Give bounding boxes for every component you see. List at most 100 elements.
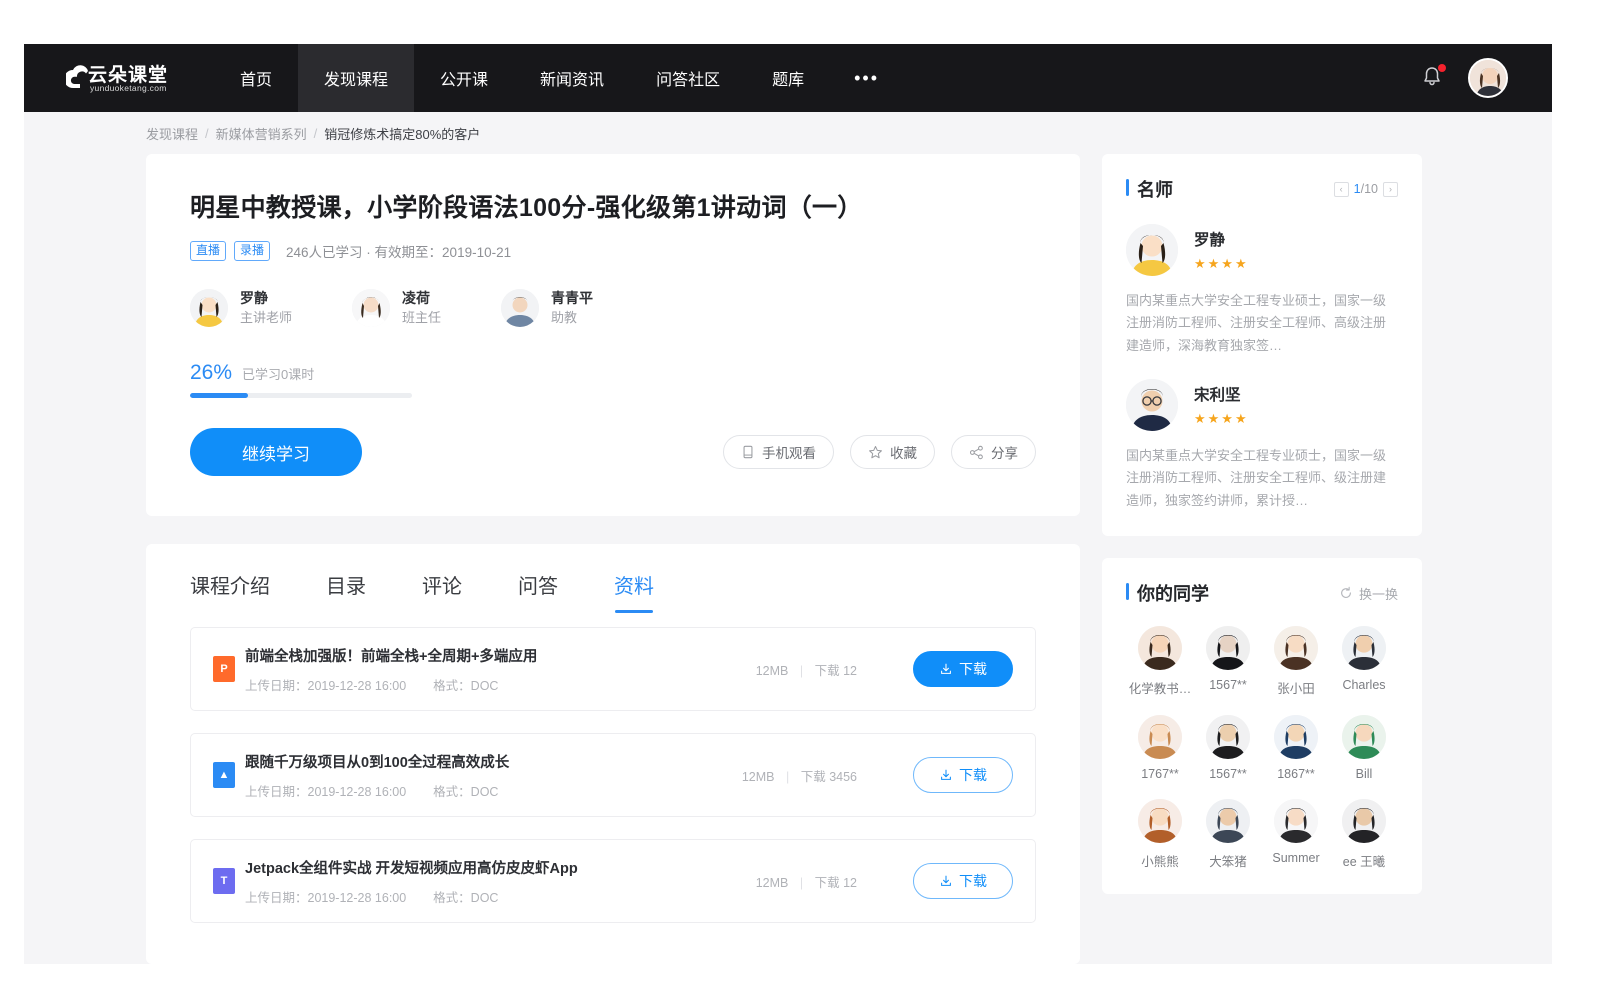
file-type-icon: T <box>213 868 235 894</box>
download-icon <box>939 874 953 888</box>
badge-recorded: 录播 <box>234 241 270 261</box>
file-subline: 上传日期：2019-12-28 16:00 格式：DOC <box>245 887 756 906</box>
course-staff-list: 罗静 主讲老师 <box>190 289 1036 327</box>
materials-list: P 前端全栈加强版！前端全栈+全周期+多端应用 上传日期：2019-12-28 … <box>146 613 1080 923</box>
classmate-item[interactable]: 1767** <box>1126 715 1194 781</box>
download-icon <box>939 768 953 782</box>
classmate-name: 1567** <box>1209 678 1247 692</box>
pager-next-button[interactable]: › <box>1383 182 1398 197</box>
refresh-classmates-button[interactable]: 换一换 <box>1339 584 1398 603</box>
avatar-image <box>1138 715 1182 759</box>
download-button[interactable]: 下载 <box>913 863 1013 899</box>
file-size: 12MB <box>742 770 775 784</box>
file-size: 12MB <box>756 664 789 678</box>
refresh-label: 换一换 <box>1359 584 1398 603</box>
progress-bar-fill <box>190 393 248 398</box>
course-detail-card: 课程介绍 目录 评论 问答 资料 P 前端全栈加强版！前端全栈+全周期+多端应用… <box>146 544 1080 964</box>
classmate-item[interactable]: Charles <box>1330 626 1398 697</box>
classmate-item[interactable]: ee 王曦 <box>1330 799 1398 870</box>
download-label: 下载 <box>959 659 987 679</box>
avatar <box>1342 799 1386 843</box>
pager-prev-button[interactable]: ‹ <box>1334 182 1349 197</box>
tab-comments[interactable]: 评论 <box>422 570 462 613</box>
app-shell: 云朵课堂 yunduoketang.com 首页 发现课程 公开课 新闻资讯 问… <box>24 44 1552 964</box>
section-title: 你的同学 <box>1126 580 1209 606</box>
classmate-item[interactable]: Bill <box>1330 715 1398 781</box>
classmate-item[interactable]: 1867** <box>1262 715 1330 781</box>
classmate-name: Charles <box>1342 678 1385 692</box>
tab-catalog[interactable]: 目录 <box>326 570 366 613</box>
classmate-item[interactable]: 1567** <box>1194 715 1262 781</box>
content-area: 明星中教授课，小学阶段语法100分-强化级第1讲动词（一） 直播 录播 246人… <box>24 154 1552 964</box>
site-logo[interactable]: 云朵课堂 yunduoketang.com <box>24 44 214 112</box>
teacher-item[interactable]: 罗静 ★★★★ 国内某重点大学安全工程专业硕士，国家一级注册消防工程师、注册安全… <box>1126 224 1398 357</box>
file-title: Jetpack全组件实战 开发短视频应用高仿皮皮虾App <box>245 857 756 878</box>
classmate-item[interactable]: 张小田 <box>1262 626 1330 697</box>
list-item[interactable]: ▲ 跟随千万级项目从0到100全过程高效成长 上传日期：2019-12-28 1… <box>190 733 1036 817</box>
download-label: 下载 <box>959 871 987 891</box>
avatar <box>1138 715 1182 759</box>
download-button[interactable]: 下载 <box>913 757 1013 793</box>
staff-name: 青青平 <box>551 289 593 307</box>
pager-status: 1/10 <box>1354 182 1378 196</box>
staff-item-teacher[interactable]: 罗静 主讲老师 <box>190 289 292 327</box>
classmate-item[interactable]: 化学教书… <box>1126 626 1194 697</box>
watch-on-phone-button[interactable]: 手机观看 <box>723 435 834 469</box>
user-avatar[interactable] <box>1468 58 1508 98</box>
file-size: 12MB <box>756 876 789 890</box>
file-info: 前端全栈加强版！前端全栈+全周期+多端应用 上传日期：2019-12-28 16… <box>245 645 756 694</box>
avatar <box>1206 799 1250 843</box>
download-button[interactable]: 下载 <box>913 651 1013 687</box>
staff-role: 主讲老师 <box>240 309 292 327</box>
tab-qa[interactable]: 问答 <box>518 570 558 613</box>
staff-item-assistant[interactable]: 青青平 助教 <box>501 289 593 327</box>
sidebar: 名师 ‹ 1/10 › <box>1102 154 1422 894</box>
classmate-item[interactable]: 小熊熊 <box>1126 799 1194 870</box>
avatar-image <box>1138 799 1182 843</box>
tab-intro[interactable]: 课程介绍 <box>190 570 270 613</box>
list-item[interactable]: T Jetpack全组件实战 开发短视频应用高仿皮皮虾App 上传日期：2019… <box>190 839 1036 923</box>
file-downloads: 下载 12 <box>815 664 857 678</box>
nav-item-home[interactable]: 首页 <box>214 44 298 112</box>
teacher-item[interactable]: 宋利坚 ★★★★ 国内某重点大学安全工程专业硕士，国家一级注册消防工程师、注册安… <box>1126 379 1398 512</box>
nav-item-qa-community[interactable]: 问答社区 <box>630 44 746 112</box>
breadcrumb-item-2[interactable]: 新媒体营销系列 <box>216 124 307 143</box>
tab-materials[interactable]: 资料 <box>614 570 654 613</box>
avatar <box>1274 626 1318 670</box>
classmate-name: Summer <box>1272 851 1319 865</box>
classmate-item[interactable]: 1567** <box>1194 626 1262 697</box>
teacher-name: 罗静 <box>1194 228 1249 250</box>
nav-item-discover-courses[interactable]: 发现课程 <box>298 44 414 112</box>
page-title: 明星中教授课，小学阶段语法100分-强化级第1讲动词（一） <box>190 188 1036 224</box>
staff-role: 助教 <box>551 309 593 327</box>
list-item[interactable]: P 前端全栈加强版！前端全栈+全周期+多端应用 上传日期：2019-12-28 … <box>190 627 1036 711</box>
file-format: 格式：DOC <box>433 679 498 693</box>
file-format: 格式：DOC <box>433 785 498 799</box>
staff-item-head-teacher[interactable]: 凌荷 班主任 <box>352 289 441 327</box>
teacher-header: 罗静 ★★★★ <box>1126 224 1398 276</box>
secondary-actions: 手机观看 收藏 <box>723 435 1036 469</box>
nav-more-button[interactable]: ••• <box>830 44 903 112</box>
classmate-item[interactable]: 大笨猪 <box>1194 799 1262 870</box>
nav-item-open-class[interactable]: 公开课 <box>414 44 514 112</box>
continue-learning-button[interactable]: 继续学习 <box>190 428 362 476</box>
teacher-rating: ★★★★ <box>1194 256 1249 272</box>
share-button[interactable]: 分享 <box>951 435 1036 469</box>
avatar <box>1274 715 1318 759</box>
file-subline: 上传日期：2019-12-28 16:00 格式：DOC <box>245 675 756 694</box>
avatar-image <box>190 289 228 327</box>
breadcrumb-item-1[interactable]: 发现课程 <box>146 124 198 143</box>
avatar-image <box>501 289 539 327</box>
avatar <box>352 289 390 327</box>
download-icon <box>939 662 953 676</box>
file-title: 前端全栈加强版！前端全栈+全周期+多端应用 <box>245 645 756 666</box>
avatar <box>1126 224 1178 276</box>
classmate-name: 张小田 <box>1277 678 1315 697</box>
notification-bell-button[interactable] <box>1420 65 1444 91</box>
classmate-item[interactable]: Summer <box>1262 799 1330 870</box>
share-label: 分享 <box>991 442 1018 462</box>
file-upload-date: 上传日期：2019-12-28 16:00 <box>245 785 406 799</box>
nav-item-question-bank[interactable]: 题库 <box>746 44 830 112</box>
favorite-button[interactable]: 收藏 <box>850 435 935 469</box>
nav-item-news[interactable]: 新闻资讯 <box>514 44 630 112</box>
